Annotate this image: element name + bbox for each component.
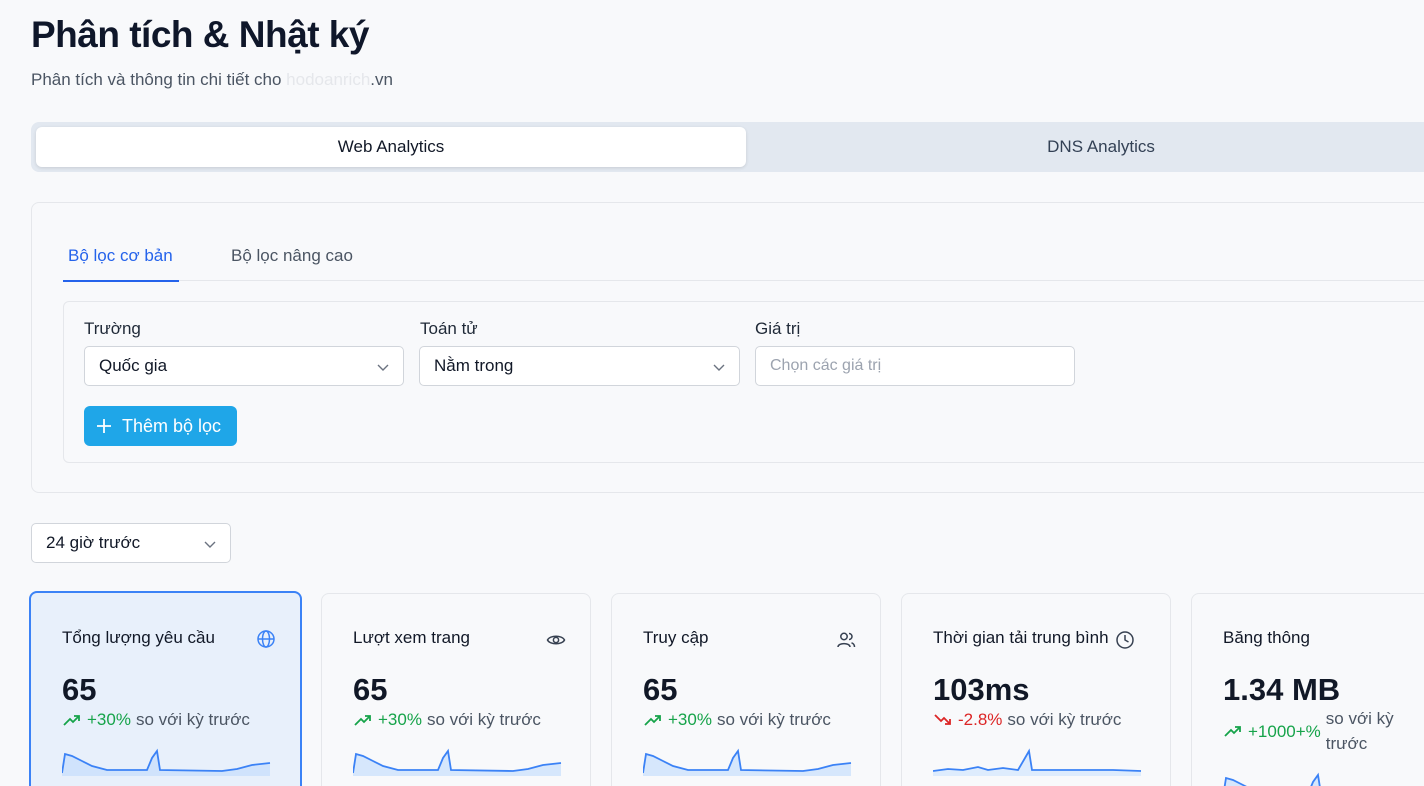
metric-compare-text: so với kỳ trước <box>1325 709 1394 753</box>
sparkline-chart <box>1223 772 1321 786</box>
metric-change-pct: +30% <box>668 710 712 729</box>
add-filter-button[interactable]: Thêm bộ lọc <box>84 406 237 446</box>
subtitle-domain-masked: hodoanrich <box>286 70 371 89</box>
operator-label: Toán tử <box>420 319 478 338</box>
sparkline-chart <box>643 748 852 776</box>
metric-value: 65 <box>643 672 678 707</box>
tab-dns-analytics[interactable]: DNS Analytics <box>746 127 1424 167</box>
metric-card-bandwidth[interactable]: Băng thông 1.34 MB +1000+% so với kỳ trư… <box>1191 593 1424 786</box>
filter-tabs: Bộ lọc cơ bản Bộ lọc nâng cao <box>63 233 1424 282</box>
users-icon <box>837 632 856 648</box>
metric-change-pct: +30% <box>378 710 422 729</box>
tab-web-analytics[interactable]: Web Analytics <box>36 127 746 167</box>
sparkline-chart <box>353 748 562 776</box>
trend-up-icon <box>644 715 661 726</box>
page-subtitle: Phân tích và thông tin chi tiết cho hodo… <box>31 70 393 90</box>
metric-value: 65 <box>353 672 388 707</box>
metric-change: +1000+% so với kỳ trước <box>1223 709 1423 756</box>
trend-up-icon <box>63 715 80 726</box>
chevron-down-icon <box>204 541 216 548</box>
metric-compare-text: so với kỳ trước <box>135 710 250 729</box>
metric-change: +30% so với kỳ trước <box>353 710 583 730</box>
subtitle-suffix: .vn <box>370 70 393 89</box>
metric-card-page-views[interactable]: Lượt xem trang 65 +30% so với kỳ trước <box>321 593 591 786</box>
metric-value: 1.34 MB <box>1223 672 1341 707</box>
operator-select-value: Nằm trong <box>434 356 514 375</box>
page-title: Phân tích & Nhật ký <box>31 14 369 55</box>
trend-up-icon <box>354 715 371 726</box>
tab-basic-filter[interactable]: Bộ lọc cơ bản <box>63 246 179 282</box>
metric-change-pct: -2.8% <box>958 710 1003 729</box>
field-label: Trường <box>84 319 141 338</box>
value-label: Giá trị <box>755 319 801 338</box>
metric-compare-text: so với kỳ trước <box>426 710 541 729</box>
metric-title: Truy cập <box>643 628 709 647</box>
chevron-down-icon <box>713 364 725 371</box>
eye-icon <box>546 635 566 645</box>
time-range-select[interactable]: 24 giờ trước <box>31 523 231 563</box>
subtitle-prefix: Phân tích và thông tin chi tiết cho <box>31 70 287 89</box>
filter-row: Trường Quốc gia Toán tử Nằm trong Giá tr… <box>63 301 1424 463</box>
sparkline-chart <box>933 748 1142 776</box>
operator-select[interactable]: Nằm trong <box>419 346 740 386</box>
metric-change-pct: +30% <box>87 710 131 729</box>
metric-title: Thời gian tải trung bình <box>933 628 1109 647</box>
metric-change: -2.8% so với kỳ trước <box>933 710 1163 730</box>
metric-value: 103ms <box>933 672 1030 707</box>
sparkline-chart <box>62 748 271 776</box>
plus-icon <box>97 419 111 433</box>
metric-change-pct: +1000+% <box>1248 722 1321 741</box>
add-filter-label: Thêm bộ lọc <box>122 415 222 436</box>
metric-card-avg-load-time[interactable]: Thời gian tải trung bình 103ms -2.8% so … <box>901 593 1171 786</box>
trend-up-icon <box>1224 726 1241 737</box>
value-input[interactable] <box>755 346 1075 386</box>
metric-compare-text: so với kỳ trước <box>1007 710 1122 729</box>
metric-change: +30% so với kỳ trước <box>62 710 292 730</box>
metric-title: Băng thông <box>1223 628 1310 647</box>
metric-card-total-requests[interactable]: Tổng lượng yêu cầu 65 +30% so với kỳ trư… <box>29 591 302 786</box>
chevron-down-icon <box>377 364 389 371</box>
main-tabs: Web Analytics DNS Analytics <box>31 122 1424 172</box>
metric-title: Lượt xem trang <box>353 628 471 647</box>
time-range-value: 24 giờ trước <box>46 533 141 552</box>
field-select-value: Quốc gia <box>99 356 168 375</box>
tab-advanced-filter[interactable]: Bộ lọc nâng cao <box>231 246 353 266</box>
field-select[interactable]: Quốc gia <box>84 346 404 386</box>
metric-compare-text: so với kỳ trước <box>716 710 831 729</box>
metric-value: 65 <box>62 672 97 707</box>
filter-card: Bộ lọc cơ bản Bộ lọc nâng cao Trường Quố… <box>31 202 1424 493</box>
globe-icon <box>257 630 275 648</box>
metric-change: +30% so với kỳ trước <box>643 710 873 730</box>
metric-title: Tổng lượng yêu cầu <box>62 628 215 647</box>
trend-down-icon <box>934 714 951 725</box>
clock-icon <box>1116 631 1134 649</box>
metric-card-visits[interactable]: Truy cập 65 +30% so với kỳ trước <box>611 593 881 786</box>
